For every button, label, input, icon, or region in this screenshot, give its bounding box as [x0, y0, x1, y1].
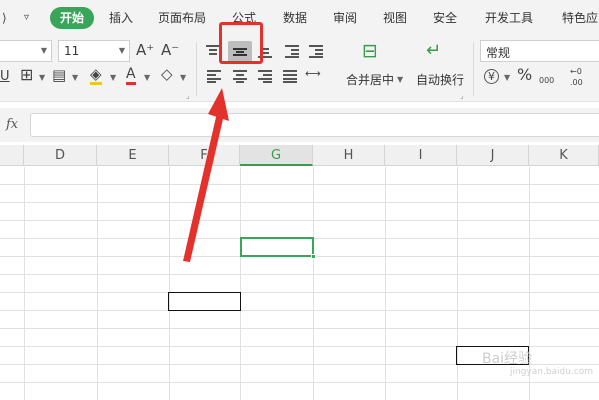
annotation-arrow-head — [208, 88, 229, 121]
annotation-arrow — [183, 88, 229, 262]
annotation-arrow-shaft — [183, 104, 226, 262]
